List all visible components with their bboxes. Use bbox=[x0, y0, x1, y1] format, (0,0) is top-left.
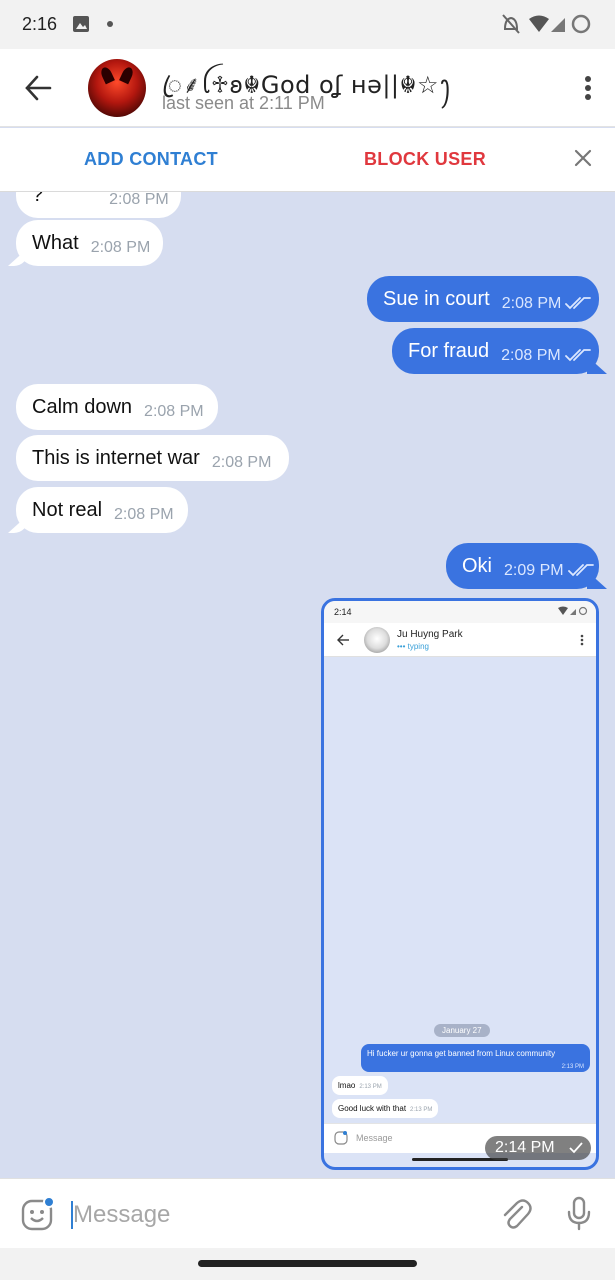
last-seen-status: last seen at 2:11 PM bbox=[162, 93, 325, 113]
more-options-icon[interactable] bbox=[583, 75, 593, 106]
status-time: 2:16 bbox=[22, 14, 58, 34]
screenshot-message-time: 2:13 PM bbox=[359, 1084, 382, 1090]
message-bubble-incoming[interactable]: This is internet war 2:08 PM bbox=[16, 435, 289, 481]
message-bubble-outgoing[interactable]: Oki 2:09 PM bbox=[446, 543, 599, 589]
message-bubble-outgoing[interactable]: For fraud 2:08 PM bbox=[392, 328, 599, 374]
screenshot-typing-status: ••• typing bbox=[397, 642, 429, 651]
screenshot-message-outgoing: Hi fucker ur gonna get banned from Linux… bbox=[361, 1044, 590, 1072]
message-bubble-incoming[interactable]: Not real 2:08 PM bbox=[16, 487, 188, 533]
message-text: For fraud bbox=[408, 339, 490, 362]
screenshot-message-time: 2:13 PM bbox=[410, 1107, 433, 1113]
contact-avatar[interactable] bbox=[88, 59, 146, 117]
screenshot-contact-name: Ju Huyng Park bbox=[397, 629, 463, 640]
screenshot-chat-header: Ju Huyng Park ••• typing bbox=[324, 623, 596, 657]
sent-check-icon bbox=[569, 1142, 583, 1154]
screenshot-typing-text: typing bbox=[407, 642, 429, 651]
system-nav-bar bbox=[0, 1248, 615, 1280]
message-bubble-outgoing[interactable]: Sue in court 2:08 PM bbox=[367, 276, 599, 322]
screenshot-input-placeholder: Message bbox=[356, 1133, 393, 1143]
message-text: Sue in court bbox=[383, 287, 490, 310]
read-receipt-icon bbox=[565, 293, 592, 316]
message-text: Calm down bbox=[32, 395, 133, 418]
read-receipt-icon bbox=[564, 345, 591, 368]
screenshot-message-text: Good luck with that bbox=[338, 1104, 407, 1113]
screenshot-message-time: 2:13 PM bbox=[561, 1064, 584, 1070]
block-user-button[interactable]: BLOCK USER bbox=[364, 149, 486, 170]
screenshot-back-arrow-icon bbox=[336, 633, 350, 651]
screenshot-status-icons bbox=[548, 606, 588, 618]
screenshot-message-incoming: lmao 2:13 PM bbox=[332, 1076, 388, 1095]
attach-paperclip-icon[interactable] bbox=[500, 1198, 532, 1237]
screenshot-message-text: lmao bbox=[338, 1081, 356, 1090]
message-time: 2:08 PM bbox=[114, 506, 174, 523]
image-message[interactable]: 2:14 Ju Huyng Park ••• typing January 27… bbox=[321, 598, 599, 1170]
message-bubble-incoming[interactable]: What 2:08 PM bbox=[16, 220, 163, 266]
close-icon[interactable] bbox=[573, 148, 593, 173]
add-contact-button[interactable]: ADD CONTACT bbox=[84, 149, 218, 170]
message-bubble-incoming[interactable]: Calm down 2:08 PM bbox=[16, 384, 218, 430]
screenshot-emoji-icon bbox=[334, 1131, 348, 1150]
screenshot-message-incoming: Good luck with that 2:13 PM bbox=[332, 1099, 439, 1118]
message-list[interactable]: ? 2:08 PM What 2:08 PM Sue in court 2:08… bbox=[0, 192, 615, 1178]
message-composer bbox=[0, 1178, 615, 1248]
message-text: ? bbox=[32, 192, 44, 206]
image-time-text: 2:14 PM bbox=[495, 1139, 555, 1156]
microphone-icon[interactable] bbox=[566, 1196, 592, 1237]
contact-action-bar: ADD CONTACT BLOCK USER bbox=[0, 128, 615, 192]
message-text: Not real bbox=[32, 498, 103, 521]
message-time: 2:08 PM bbox=[211, 454, 272, 471]
screenshot-message-text: Hi fucker ur gonna get banned from Linux… bbox=[367, 1049, 556, 1058]
screenshot-status-time: 2:14 bbox=[334, 607, 352, 617]
message-time: 2:09 PM bbox=[504, 562, 564, 579]
screenshot-more-options-icon bbox=[580, 633, 584, 651]
message-input[interactable] bbox=[73, 1198, 473, 1232]
screenshot-avatar bbox=[364, 627, 390, 653]
status-notification-icons bbox=[72, 14, 116, 39]
notification-dot bbox=[43, 1196, 55, 1208]
message-time: 2:08 PM bbox=[501, 347, 561, 364]
message-time: 2:08 PM bbox=[144, 403, 204, 420]
message-text: Oki bbox=[462, 554, 492, 577]
image-message-time: 2:14 PM bbox=[485, 1136, 591, 1160]
screenshot-date-chip: January 27 bbox=[434, 1024, 490, 1037]
message-time: 2:08 PM bbox=[501, 295, 562, 312]
back-arrow-icon[interactable] bbox=[22, 73, 54, 108]
message-text: This is internet war bbox=[32, 446, 200, 469]
screenshot-status-bar: 2:14 bbox=[324, 601, 596, 623]
chat-header: ꦿ⸙ꪶ♱𐐪☬God oʆ нǝ||☬☆ꫂ last seen at 2:11 P… bbox=[0, 49, 615, 127]
message-bubble-incoming[interactable]: ? 2:08 PM bbox=[16, 192, 181, 218]
status-system-icons bbox=[501, 13, 593, 40]
message-time: 2:08 PM bbox=[90, 239, 151, 256]
home-gesture-pill[interactable] bbox=[198, 1260, 417, 1267]
message-text: What bbox=[32, 231, 79, 254]
status-bar: 2:16 bbox=[0, 0, 615, 49]
read-receipt-icon bbox=[567, 560, 594, 583]
message-time: 2:08 PM bbox=[109, 192, 169, 208]
